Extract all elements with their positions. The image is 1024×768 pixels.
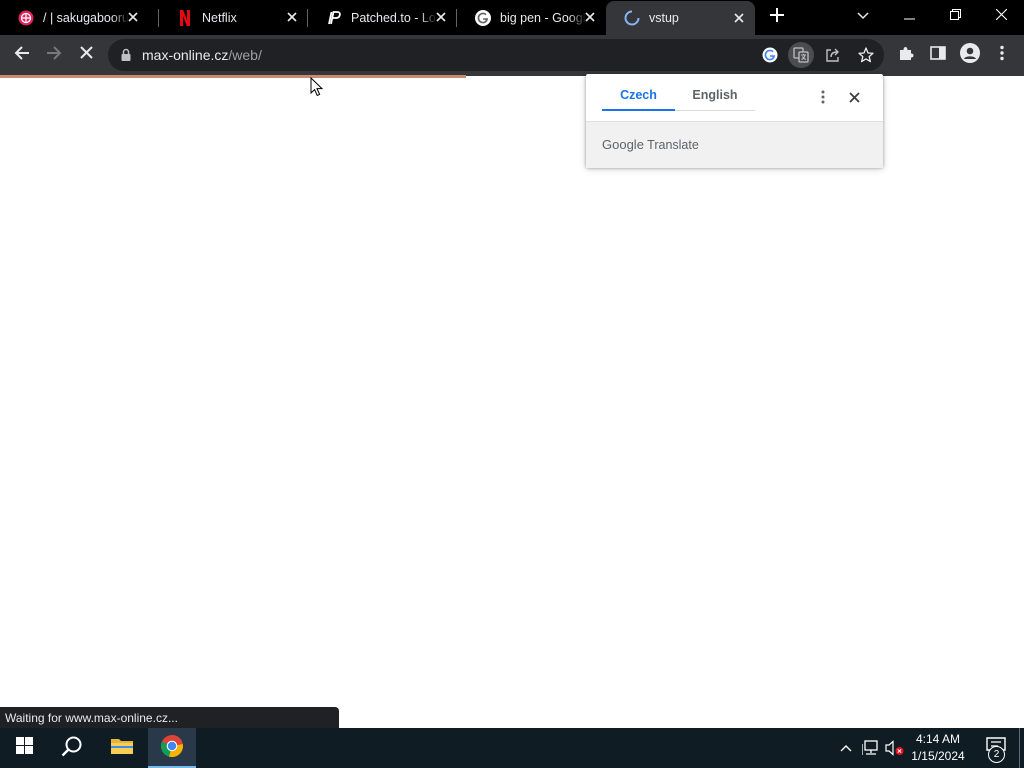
url-path: /web/ <box>228 47 262 63</box>
google-lens-icon[interactable] <box>757 42 783 68</box>
status-bubble: Waiting for www.max-online.cz... <box>0 707 339 728</box>
avatar-icon <box>960 42 980 68</box>
translate-icon[interactable] <box>788 42 814 68</box>
tab-divider <box>675 110 755 111</box>
close-icon <box>848 91 860 103</box>
stop-loading-button[interactable] <box>71 40 101 70</box>
tab-close-icon[interactable] <box>583 10 597 24</box>
translate-branding: Google Translate <box>586 121 883 168</box>
share-icon[interactable] <box>820 42 846 68</box>
patched-icon <box>326 10 342 26</box>
translate-close-button[interactable] <box>843 86 865 108</box>
browser-toolbar: max-online.cz/web/ <box>0 35 1024 76</box>
chevron-down-icon <box>857 7 869 25</box>
back-button[interactable] <box>7 40 37 70</box>
tab-title: Patched.to - Log <box>351 10 437 25</box>
arrow-left-icon <box>14 45 30 66</box>
show-desktop-button[interactable] <box>1019 728 1024 768</box>
tab-vstup[interactable]: vstup <box>606 1 755 35</box>
chevron-up-icon <box>840 745 852 752</box>
translate-options-button[interactable] <box>812 86 834 108</box>
tab-search-button[interactable] <box>840 0 886 32</box>
restore-button[interactable] <box>932 0 978 32</box>
clock-time: 4:14 AM <box>915 732 961 746</box>
tab-strip: / | sakugabooru Netflix Patched.to - Log… <box>0 0 1024 35</box>
chrome-icon <box>160 734 184 763</box>
bookmark-star-icon[interactable] <box>853 42 879 68</box>
url-host: max-online.cz <box>142 47 229 63</box>
profile-button[interactable] <box>955 40 985 70</box>
chrome-taskbar-button[interactable] <box>148 728 196 768</box>
mouse-cursor-icon <box>310 76 324 102</box>
kebab-menu-icon <box>1000 45 1004 66</box>
folder-icon <box>110 736 134 761</box>
start-button[interactable] <box>0 728 48 768</box>
forward-button[interactable] <box>39 40 69 70</box>
tab-title: big pen - Google <box>500 10 586 25</box>
tab-title: vstup <box>649 11 679 25</box>
notification-count-badge: 2 <box>988 746 1005 763</box>
tab-title: Netflix <box>202 10 237 25</box>
system-clock[interactable]: 4:14 AM 1/15/2024 <box>905 731 971 765</box>
google-translate-logo: Google Translate <box>602 137 699 152</box>
volume-muted-icon[interactable] <box>885 738 905 758</box>
search-button[interactable] <box>48 728 96 768</box>
chrome-menu-button[interactable] <box>987 40 1017 70</box>
extensions-button[interactable] <box>891 40 921 70</box>
sakugabooru-icon <box>18 10 34 26</box>
windows-taskbar: 4:14 AM 1/15/2024 2 <box>0 728 1024 768</box>
network-icon[interactable] <box>861 738 881 758</box>
tab-source-language[interactable]: Czech <box>602 88 675 110</box>
tab-close-icon[interactable] <box>434 10 448 24</box>
minimize-icon <box>903 7 915 25</box>
tab-close-icon[interactable] <box>285 10 299 24</box>
file-explorer-button[interactable] <box>98 728 146 768</box>
google-icon <box>475 9 491 26</box>
side-panel-icon <box>930 45 946 66</box>
search-icon <box>61 735 83 762</box>
tab-close-icon[interactable] <box>126 10 140 24</box>
tab-title: / | sakugabooru <box>43 10 129 25</box>
translate-wordmark: Translate <box>647 138 699 152</box>
page-content <box>0 78 1024 728</box>
address-bar[interactable]: max-online.cz/web/ <box>108 39 884 71</box>
tab-close-icon[interactable] <box>732 11 746 25</box>
lock-icon[interactable] <box>120 48 132 62</box>
tab-target-language[interactable]: English <box>675 88 755 110</box>
close-icon <box>995 7 1007 25</box>
show-hidden-icons-button[interactable] <box>836 738 856 758</box>
translate-popup: Czech English Google Translate <box>586 74 883 168</box>
netflix-icon <box>177 9 193 26</box>
arrow-right-icon <box>46 45 62 66</box>
url-text[interactable]: max-online.cz/web/ <box>142 47 262 63</box>
plus-icon <box>770 7 784 27</box>
loading-icon <box>624 10 640 26</box>
close-icon <box>79 46 93 64</box>
active-tab-indicator <box>602 109 675 111</box>
google-wordmark: Google <box>602 137 644 152</box>
tab-patched[interactable]: Patched.to - Log <box>308 0 457 35</box>
tab-google-search[interactable]: big pen - Google <box>457 0 606 35</box>
windows-logo-icon <box>15 737 33 759</box>
tab-netflix[interactable]: Netflix <box>159 0 308 35</box>
kebab-menu-icon <box>821 90 825 104</box>
close-window-button[interactable] <box>978 0 1024 32</box>
side-panel-button[interactable] <box>923 40 953 70</box>
clock-date: 1/15/2024 <box>911 749 965 763</box>
restore-icon <box>949 7 961 25</box>
puzzle-icon <box>898 45 914 66</box>
minimize-button[interactable] <box>886 0 932 32</box>
new-tab-button[interactable] <box>765 5 789 29</box>
tab-sakugabooru[interactable]: / | sakugabooru <box>0 0 149 35</box>
